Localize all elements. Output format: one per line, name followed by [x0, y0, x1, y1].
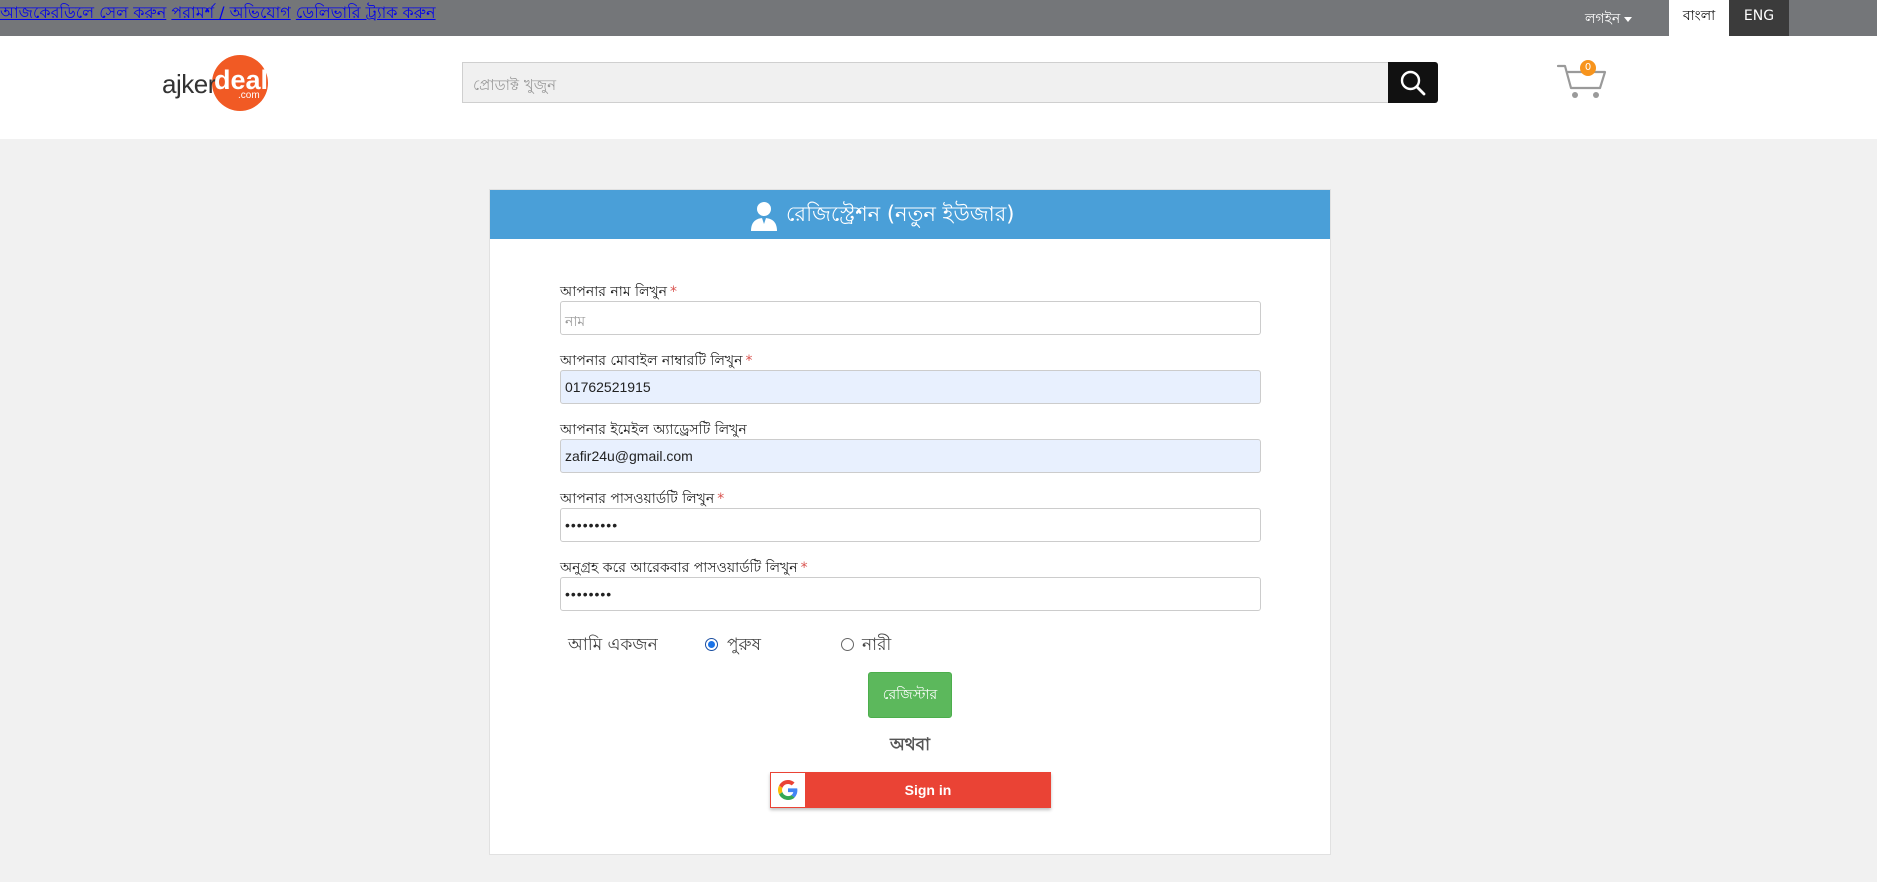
gender-female-radio[interactable]: [841, 638, 854, 651]
password-label-text: আপনার পাসওয়ার্ডটি লিখুন: [560, 491, 715, 507]
google-signin-label: Sign in: [904, 782, 952, 798]
login-label: লগইন: [1585, 11, 1621, 27]
sell-on-ajkerdeal-link[interactable]: আজকেরডিলে সেল করুন: [0, 3, 166, 22]
track-delivery-link[interactable]: ডেলিভারি ট্র্যাক করুন: [296, 3, 436, 22]
ajkerdeal-logo[interactable]: ajker deal .com: [160, 53, 274, 111]
required-marker: *: [717, 491, 725, 507]
confirm-password-label-text: অনুগ্রহ করে আরেকবার পাসওয়ার্ডটি লিখুন: [560, 560, 798, 576]
language-bangla-button[interactable]: বাংলা: [1669, 0, 1729, 36]
chevron-down-icon: [1624, 16, 1633, 22]
registration-header: রেজিস্ট্রেশন (নতুন ইউজার): [490, 190, 1330, 239]
mobile-field[interactable]: 01762521915: [560, 370, 1261, 404]
cart-count-badge: 0: [1580, 60, 1596, 76]
feedback-link[interactable]: পরামর্শ / অভিযোগ: [171, 3, 290, 22]
registration-title-wrap: রেজিস্ট্রেশন (নতুন ইউজার): [750, 198, 1014, 233]
confirm-password-field[interactable]: ••••••••: [560, 577, 1261, 611]
gender-male-label[interactable]: পুরুষ: [727, 632, 761, 660]
search-input[interactable]: প্রোডাক্ট খুজুন: [462, 62, 1389, 103]
password-field[interactable]: •••••••••: [560, 508, 1261, 542]
registration-panel: রেজিস্ট্রেশন (নতুন ইউজার) আপনার নাম লিখু…: [489, 189, 1331, 855]
registration-title: রেজিস্ট্রেশন (নতুন ইউজার): [786, 202, 1015, 226]
google-icon-box: [771, 773, 805, 807]
email-field[interactable]: zafir24u@gmail.com: [560, 439, 1261, 473]
or-divider-text: অথবা: [889, 735, 931, 755]
gender-label: আমি একজন: [568, 635, 658, 655]
search-icon: [1400, 70, 1426, 95]
required-marker: *: [745, 353, 753, 369]
name-label-text: আপনার নাম লিখুন: [560, 284, 668, 300]
register-button[interactable]: রেজিস্টার: [868, 672, 952, 718]
required-marker: *: [670, 284, 678, 300]
gender-male-radio[interactable]: [705, 638, 718, 651]
google-signin-button[interactable]: Sign in: [770, 772, 1051, 808]
name-field[interactable]: নাম: [560, 301, 1261, 335]
logo-suffix: .com: [238, 90, 260, 101]
top-bar: আজকেরডিলে সেল করুন পরামর্শ / অভিযোগ ডেলি…: [0, 0, 1877, 36]
login-dropdown[interactable]: লগইন: [1585, 7, 1633, 31]
cart-button[interactable]: 0: [1556, 60, 1608, 100]
mobile-label-text: আপনার মোবাইল নাম্বারটি লিখুন: [560, 353, 743, 369]
user-icon: [751, 201, 777, 231]
google-icon: [778, 780, 798, 800]
gender-female-label[interactable]: নারী: [862, 632, 891, 660]
site-header: ajker deal .com প্রোডাক্ট খুজুন 0: [0, 36, 1877, 139]
required-marker: *: [800, 560, 808, 576]
email-label-text: আপনার ইমেইল অ্যাড্রেসটি লিখুন: [560, 422, 747, 438]
search-button[interactable]: [1388, 62, 1438, 103]
logo-text-left: ajker: [162, 69, 216, 99]
language-english-button[interactable]: ENG: [1729, 0, 1789, 36]
